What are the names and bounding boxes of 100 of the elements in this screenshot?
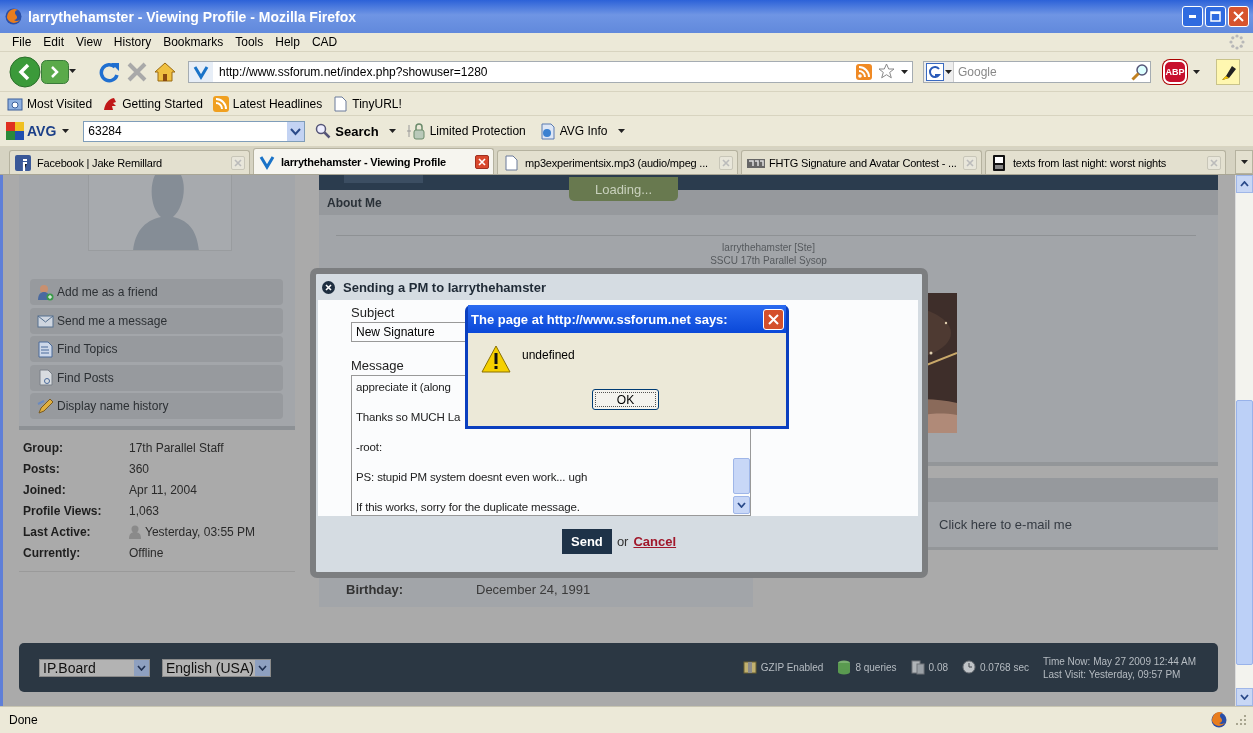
minimize-button[interactable]: [1182, 6, 1203, 27]
close-icon: [1210, 158, 1218, 167]
page-icon: [332, 95, 349, 112]
forward-button[interactable]: [41, 59, 69, 84]
dropdown[interactable]: English (USA): [162, 658, 271, 677]
close-icon: [1233, 11, 1244, 22]
dropdown[interactable]: IP.Board: [39, 658, 150, 677]
close-icon: [322, 280, 335, 294]
back-button[interactable]: [9, 55, 41, 88]
cancel-link[interactable]: Cancel: [633, 533, 677, 549]
bookmark-item[interactable]: TinyURL!: [332, 95, 402, 112]
field-value: 1,063: [129, 503, 160, 518]
last-visit: Last Visit: Yesterday, 09:57 PM: [1042, 667, 1182, 681]
caret-icon: [901, 69, 908, 74]
browser-tab[interactable]: Facebook | Jake Remillard: [9, 150, 250, 174]
close-button[interactable]: [763, 308, 784, 330]
feed-icon: [212, 95, 229, 112]
search-field[interactable]: Google: [923, 60, 1151, 83]
menu-item[interactable]: Tools: [229, 35, 270, 49]
scrollbar[interactable]: [1235, 175, 1253, 706]
search-engine-button[interactable]: [924, 61, 954, 82]
site-icon: [15, 154, 33, 171]
dialog-title: The page at http://www.ssforum.net says:: [471, 311, 729, 327]
close-button[interactable]: [1228, 6, 1249, 27]
scroll-down-button[interactable]: [733, 496, 750, 514]
chevron-up-icon: [1240, 181, 1249, 187]
address-field[interactable]: http://www.ssforum.net/index.php?showuser=1280: [188, 60, 913, 83]
page-icon: [37, 369, 54, 386]
dialog-title: Sending a PM to larrythehamster: [343, 279, 546, 295]
field-label: Birthday:: [346, 582, 405, 597]
profile-action-button[interactable]: Send me a message: [30, 307, 283, 334]
profile-action-button[interactable]: Add me as a friend: [30, 279, 283, 305]
bookmark-item[interactable]: Latest Headlines: [212, 95, 323, 112]
ok-button[interactable]: OK: [592, 389, 659, 410]
stop-icon: [126, 60, 148, 83]
email-link[interactable]: Click here to e-mail me: [939, 517, 1072, 532]
app-logo-icon: [1211, 712, 1227, 728]
caret-icon: [388, 129, 396, 133]
browser-tab[interactable]: FHTG Signature and Avatar Contest - ...: [741, 150, 982, 174]
alert-message: undefined: [522, 347, 575, 364]
field-value: Apr 11, 2004: [129, 482, 197, 497]
menu-item[interactable]: File: [6, 35, 38, 49]
close-icon: [234, 158, 242, 167]
tab-list-button[interactable]: [1235, 150, 1253, 174]
profile-action-button[interactable]: Display name history: [30, 393, 283, 419]
status-text: Done: [9, 713, 39, 727]
footer-stat: GZIP Enabled: [760, 662, 824, 673]
lock-icon: [405, 122, 426, 140]
toolbar-search-field[interactable]: 63284: [83, 120, 306, 142]
dropdown-icon: [287, 121, 305, 141]
signature-line: SSCU 17th Parallel Sysop: [709, 254, 828, 267]
logo-text: AVG: [27, 123, 57, 139]
info-button[interactable]: AVG Info: [535, 122, 612, 140]
highlighter-button[interactable]: [1216, 58, 1240, 85]
search-input[interactable]: Google: [954, 64, 1130, 79]
history-dropdown-button[interactable]: [69, 69, 78, 74]
field-label: Joined:: [23, 482, 67, 497]
profile-action-button[interactable]: Find Posts: [30, 364, 283, 391]
menu-item[interactable]: Edit: [37, 35, 71, 49]
maximize-button[interactable]: [1205, 6, 1226, 27]
close-icon: [768, 313, 779, 325]
adblock-button[interactable]: ABP: [1163, 59, 1187, 84]
menu-item[interactable]: History: [107, 35, 158, 49]
bookmark-item[interactable]: Most Visited: [7, 95, 93, 112]
bookmark-item[interactable]: Getting Started: [102, 95, 203, 112]
field-value: 360: [129, 461, 150, 476]
maximize-icon: [1210, 11, 1221, 22]
search-icon: [1130, 62, 1150, 81]
profile-action-button[interactable]: Find Topics: [30, 336, 283, 362]
signature-line: larrythehamster [Ste]: [721, 241, 816, 254]
menu-item[interactable]: Bookmarks: [157, 35, 230, 49]
send-button[interactable]: Send: [561, 528, 612, 554]
chevron-down-icon: [737, 502, 746, 508]
protection-button[interactable]: Limited Protection: [401, 122, 530, 140]
pencil-icon: [37, 397, 54, 415]
caret-icon: [62, 129, 70, 133]
loading-spinner-icon: [1229, 34, 1245, 50]
creature-icon: [102, 95, 119, 112]
chevron-down-icon: [258, 664, 267, 671]
caret-icon: [1240, 160, 1248, 164]
browser-tab[interactable]: larrythehamster - Viewing Profile: [253, 148, 494, 174]
browser-tab[interactable]: texts from last night: worst nights: [985, 150, 1226, 174]
reload-icon: [98, 60, 120, 83]
home-button[interactable]: [154, 60, 176, 83]
browser-tab[interactable]: mp3experimentsix.mp3 (audio/mpeg ...: [497, 150, 738, 174]
footer-stat: 0.08: [928, 662, 948, 673]
field-label: Profile Views:: [23, 503, 103, 518]
field-label: Currently:: [23, 545, 82, 560]
reload-button[interactable]: [98, 60, 120, 83]
menu-item[interactable]: CAD: [305, 35, 344, 49]
field-label: Last Active:: [23, 524, 92, 539]
toolbar-search-button[interactable]: Search: [311, 123, 383, 139]
scroll-thumb[interactable]: [733, 458, 750, 494]
footer-stat: 8 queries: [855, 662, 897, 673]
site-icon: [189, 61, 213, 82]
close-icon: [478, 157, 486, 166]
clock-icon: [962, 660, 976, 675]
menu-item[interactable]: Help: [269, 35, 306, 49]
tab-close-button[interactable]: [475, 154, 489, 169]
menu-item[interactable]: View: [70, 35, 108, 49]
